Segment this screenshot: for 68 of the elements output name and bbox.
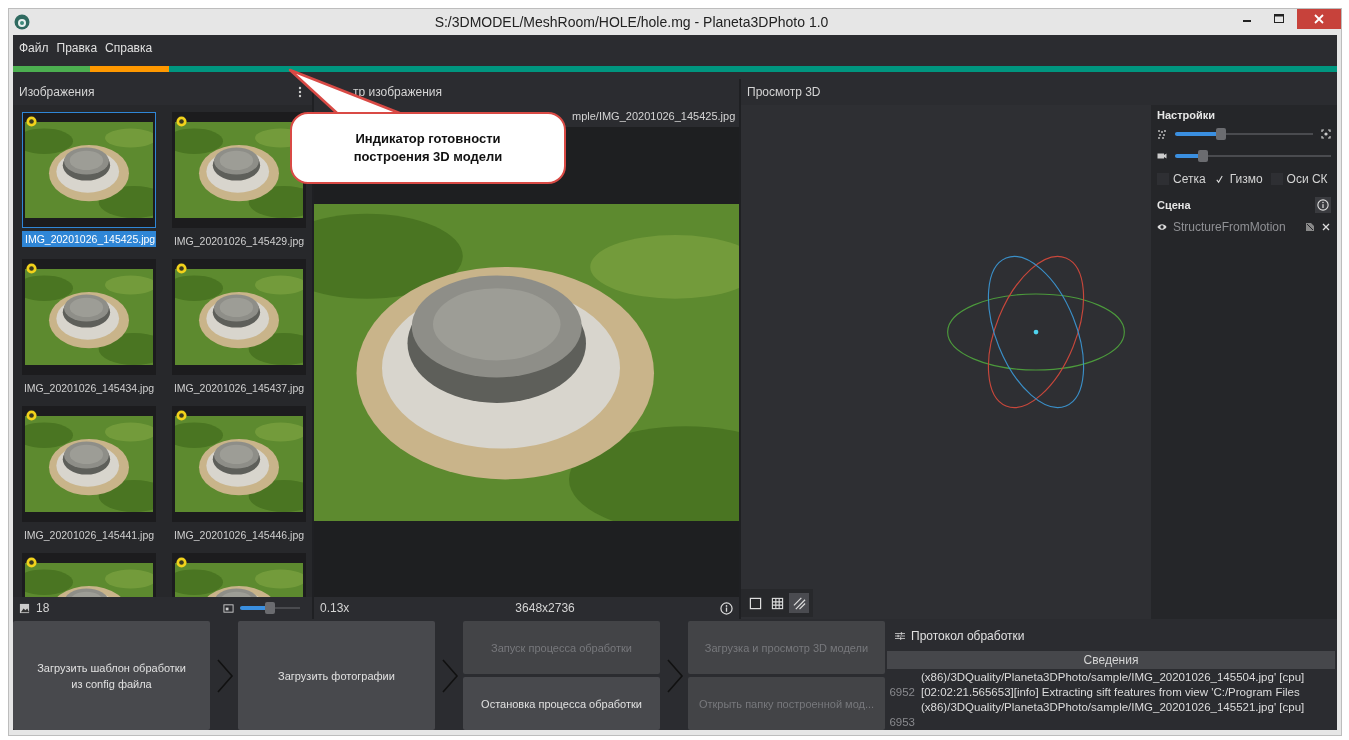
camera-badge-icon — [176, 263, 187, 274]
file-path: mple/IMG_20201026_145425.jpg — [572, 110, 736, 122]
camera-badge-icon — [26, 410, 37, 421]
thumbnail[interactable] — [172, 259, 306, 375]
hatched-view-button[interactable] — [789, 593, 809, 613]
menu-item[interactable]: Файл — [19, 41, 49, 55]
thumbnail[interactable] — [22, 112, 156, 228]
thumbnail[interactable] — [172, 112, 306, 228]
thumbnail[interactable] — [22, 406, 156, 522]
thumbnail-size-icon — [223, 602, 234, 614]
action-button[interactable]: Загрузить шаблон обработки из config файла — [13, 621, 210, 730]
image-icon — [19, 602, 30, 614]
thumbnail[interactable] — [22, 259, 156, 375]
line-number: 6953 — [889, 716, 915, 728]
scene-item[interactable]: StructureFromMotion — [1173, 220, 1299, 234]
camera-badge-icon — [26, 557, 37, 568]
thumbnail-label[interactable]: IMG_20201026_145434.jpg — [20, 380, 158, 396]
more-icon[interactable] — [298, 86, 302, 98]
info-icon[interactable] — [720, 601, 733, 615]
settings-slider[interactable] — [1175, 150, 1331, 162]
close-icon[interactable] — [1321, 222, 1331, 232]
action-button[interactable]: Загрузить фотографии — [238, 621, 435, 730]
thumbnail[interactable] — [172, 406, 306, 522]
settings-title: Настройки — [1157, 109, 1217, 121]
log-line: [02:02:21.565653][info] Extracting sift features from view 'C:/Program Files — [921, 685, 1300, 700]
panel-title: Просмотр 3D — [747, 85, 821, 99]
scene-title: Сцена — [1157, 199, 1191, 211]
checkbox-label[interactable]: Оси СК — [1286, 172, 1328, 186]
camera-icon — [1157, 151, 1167, 161]
file-icon[interactable] — [1305, 222, 1315, 232]
slider-handle[interactable] — [265, 602, 275, 614]
thumbnail-label[interactable]: IMG_20201026_145441.jpg — [20, 527, 158, 543]
camera-badge-icon — [26, 263, 37, 274]
thumbnail-size-slider[interactable] — [240, 602, 300, 614]
checkbox[interactable] — [1213, 173, 1226, 185]
log-line: (x86)/3DQuality/Planeta3DPhoto/sample/IMG_20201026_145521.jpg' [cpu] — [921, 700, 1305, 715]
menu-item[interactable]: Справка — [105, 41, 153, 55]
close-button[interactable] — [1297, 9, 1341, 29]
checkbox-label[interactable]: Гизмо — [1229, 172, 1263, 186]
points-icon — [1157, 129, 1167, 139]
thumbnail-label[interactable]: IMG_20201026_145437.jpg — [170, 380, 308, 396]
action-button[interactable]: Остановка процесса обработки — [463, 677, 660, 730]
slider-handle[interactable] — [1198, 150, 1209, 162]
window-title: S:/3DMODEL/MeshRoom/HOLE/hole.mg - Planeta3DPhoto 1.0 — [433, 14, 830, 30]
info-button[interactable] — [1315, 197, 1331, 213]
line-number: 6952 — [889, 686, 915, 698]
log-title: Протокол обработки — [911, 629, 1025, 643]
camera-badge-icon — [176, 116, 187, 127]
thumbnail-label[interactable]: IMG_20201026_145446.jpg — [170, 527, 308, 543]
image-count: 18 — [36, 601, 50, 615]
image-resolution: 3648x2736 — [515, 601, 575, 615]
focus-icon[interactable] — [1321, 129, 1331, 139]
settings-slider[interactable] — [1175, 128, 1313, 140]
app-icon — [14, 14, 30, 30]
checkbox-label[interactable]: Сетка — [1173, 172, 1206, 186]
sliders-icon — [895, 631, 905, 641]
eye-icon[interactable] — [1157, 222, 1167, 232]
camera-badge-icon — [176, 410, 187, 421]
slider-handle[interactable] — [1215, 128, 1226, 140]
camera-badge-icon — [176, 557, 187, 568]
thumbnail-label[interactable]: IMG_20201026_145425.jpg — [22, 231, 156, 247]
log-line: (x86)/3DQuality/Planeta3DPhoto/sample/IMG_20201026_145504.jpg' [cpu] — [921, 670, 1305, 685]
panel-title: Изображения — [19, 85, 95, 99]
column-header[interactable]: Сведения — [887, 651, 1335, 669]
camera-badge-icon — [26, 116, 37, 127]
thumbnail-label[interactable]: IMG_20201026_145429.jpg — [170, 233, 308, 249]
zoom-level: 0.13x — [320, 601, 350, 615]
menu-item[interactable]: Правка — [56, 41, 98, 55]
